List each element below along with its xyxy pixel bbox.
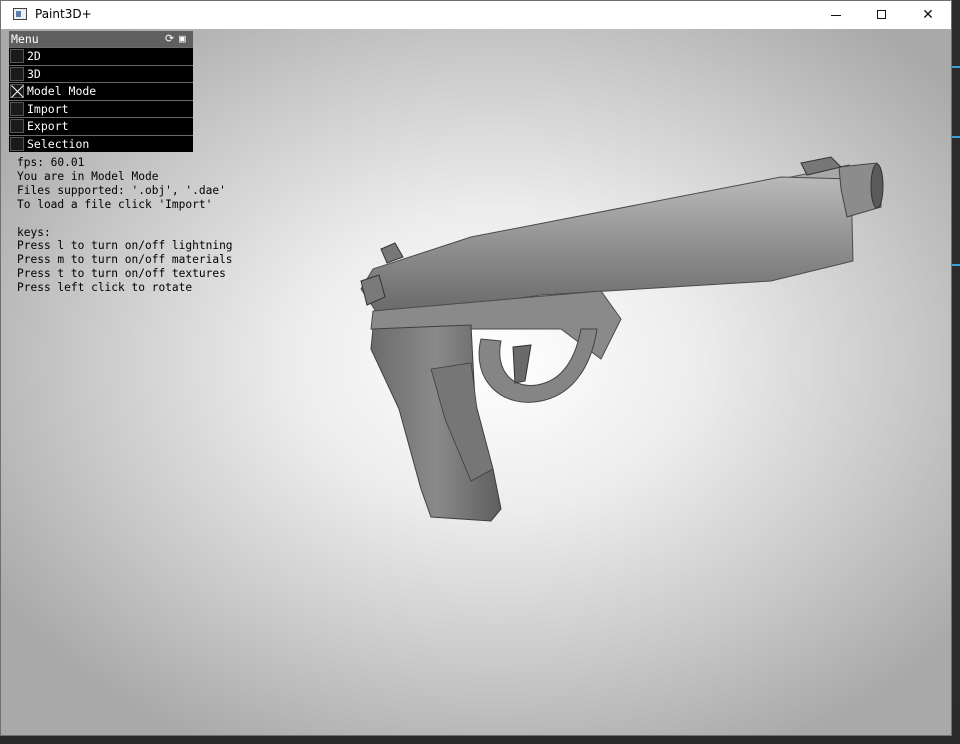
checkbox[interactable] [10, 101, 24, 116]
menu-item-label: Import [27, 101, 69, 116]
title-bar[interactable]: Paint3D+ ✕ [1, 1, 951, 29]
app-window: Paint3D+ ✕ Menu ⟳ ▣ 2D 3D Model Mode Imp… [0, 0, 952, 736]
window-title: Paint3D+ [35, 7, 92, 21]
menu-item-model-mode[interactable]: Model Mode [9, 82, 193, 100]
info-overlay: fps: 60.01 You are in Model Mode Files sup… [17, 156, 233, 295]
menu-title: Menu [11, 32, 39, 46]
menu-item-2d[interactable]: 2D [9, 47, 193, 65]
checkbox[interactable] [10, 119, 24, 133]
background-scrollbar [952, 0, 960, 744]
menu-item-label: 3D [27, 66, 41, 81]
files-text: Files supported: '.obj', '.dae' [17, 183, 226, 197]
key-l-text: Press l to turn on/off lightning [17, 239, 233, 253]
key-click-text: Press left click to rotate [17, 281, 193, 295]
menu-header: Menu ⟳ ▣ [9, 31, 193, 47]
3d-viewport[interactable]: Menu ⟳ ▣ 2D 3D Model Mode Import Export … [1, 29, 951, 735]
mode-text: You are in Model Mode [17, 169, 159, 183]
fps-text: fps: 60.01 [17, 156, 85, 169]
minimize-icon [831, 15, 841, 16]
maximize-button[interactable] [859, 1, 905, 29]
panel-icon[interactable]: ▣ [179, 32, 186, 45]
checkbox[interactable] [10, 136, 24, 151]
app-icon [13, 8, 27, 20]
menu-item-label: Selection [27, 136, 90, 151]
minimize-button[interactable] [813, 1, 859, 29]
close-icon: ✕ [922, 7, 934, 23]
checkbox[interactable] [10, 49, 24, 63]
maximize-icon [877, 10, 886, 19]
menu-item-3d[interactable]: 3D [9, 64, 193, 82]
key-m-text: Press m to turn on/off materials [17, 253, 233, 267]
menu-item-export[interactable]: Export [9, 117, 193, 135]
menu-item-label: Model Mode [27, 84, 97, 98]
close-button[interactable]: ✕ [905, 1, 951, 29]
side-menu: Menu ⟳ ▣ 2D 3D Model Mode Import Export … [9, 31, 193, 152]
checkbox-checked[interactable] [10, 84, 24, 98]
refresh-icon[interactable]: ⟳ [165, 32, 174, 45]
load-text: To load a file click 'Import' [17, 197, 213, 211]
menu-item-selection[interactable]: Selection [9, 134, 193, 152]
menu-item-import[interactable]: Import [9, 99, 193, 117]
checkbox[interactable] [10, 66, 24, 81]
menu-item-label: 2D [27, 49, 41, 63]
key-t-text: Press t to turn on/off textures [17, 267, 226, 281]
keys-title: keys: [17, 225, 51, 239]
menu-item-label: Export [27, 119, 69, 133]
